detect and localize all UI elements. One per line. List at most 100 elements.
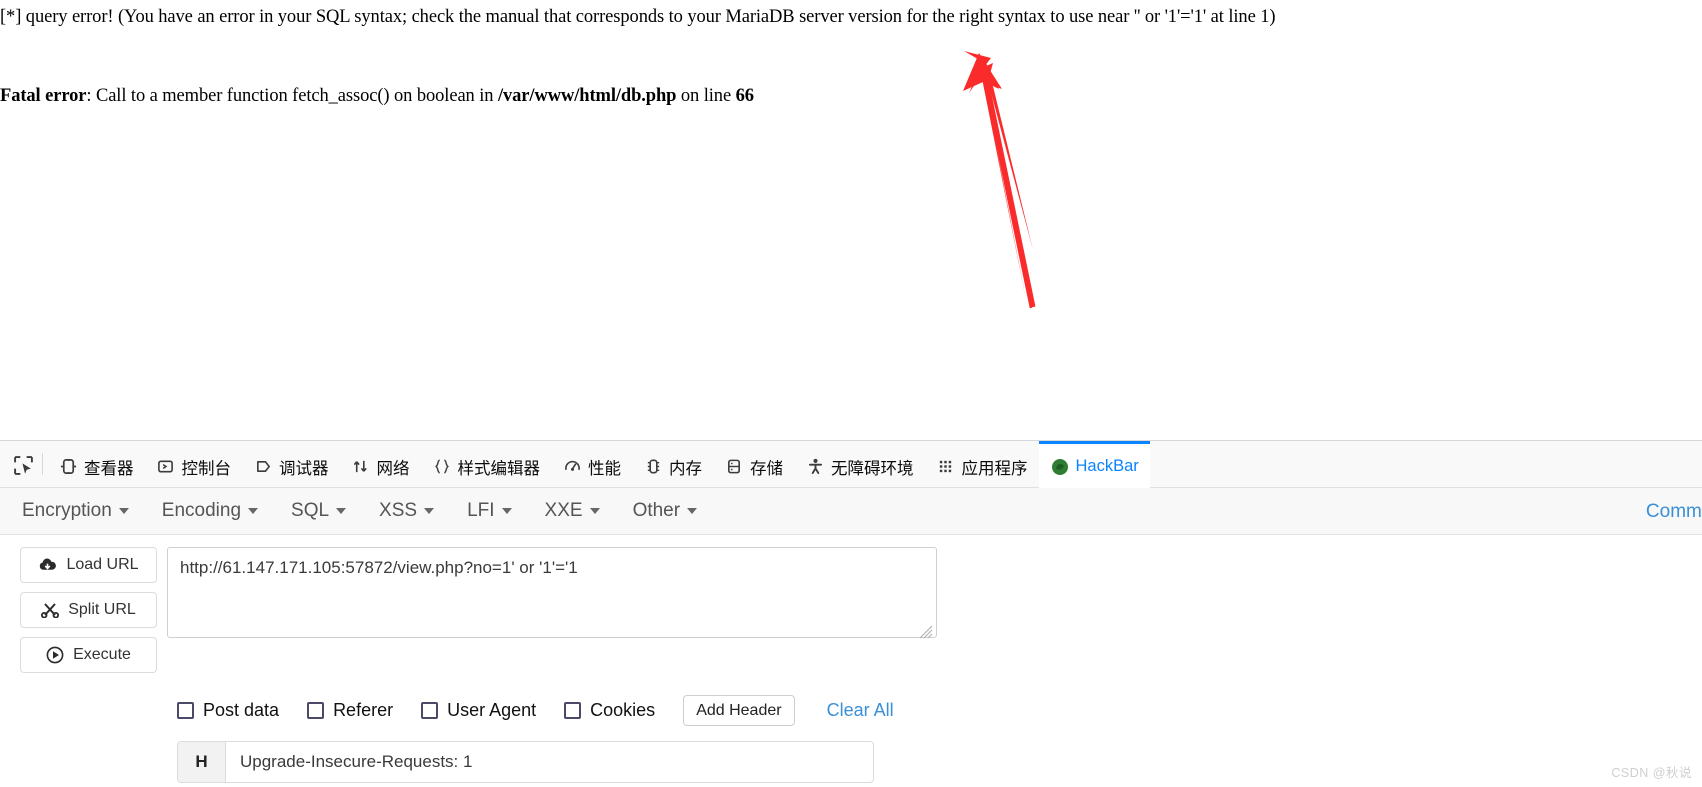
menu-label: XSS bbox=[379, 500, 418, 521]
clear-all-link[interactable]: Clear All bbox=[827, 700, 894, 721]
debugger-icon bbox=[253, 457, 273, 477]
checkbox-post-data[interactable]: Post data bbox=[177, 700, 279, 721]
screenshot-root: [*] query error! (You have an error in y… bbox=[0, 0, 1702, 787]
tab-label: 应用程序 bbox=[961, 459, 1028, 478]
menu-sql[interactable]: SQL bbox=[291, 500, 365, 522]
button-label: Load URL bbox=[66, 556, 139, 573]
tab-style-editor[interactable]: 样式编辑器 bbox=[421, 441, 552, 489]
url-textarea-wrapper bbox=[167, 547, 937, 643]
csdn-watermark: CSDN @秋说 bbox=[1611, 766, 1692, 780]
menu-xss[interactable]: XSS bbox=[379, 500, 453, 522]
tab-label: 无障碍环境 bbox=[831, 459, 914, 478]
tab-network[interactable]: 网络 bbox=[340, 441, 421, 489]
hackbar-menubar: Encryption Encoding SQL XSS LFI XXE Othe… bbox=[0, 488, 1702, 535]
cloud-download-icon bbox=[38, 557, 57, 573]
fatal-error-file: /var/www/html/db.php bbox=[497, 86, 677, 106]
menu-label: SQL bbox=[291, 500, 330, 521]
chevron-down-icon bbox=[248, 508, 259, 514]
tab-console[interactable]: 控制台 bbox=[145, 441, 243, 489]
browser-content-area: [*] query error! (You have an error in y… bbox=[0, 0, 1702, 440]
tab-storage[interactable]: 存储 bbox=[713, 441, 794, 489]
split-url-button[interactable]: Split URL bbox=[20, 592, 157, 628]
console-icon bbox=[156, 457, 176, 477]
checkbox-referer[interactable]: Referer bbox=[307, 700, 393, 721]
menu-label: XXE bbox=[544, 500, 583, 521]
hackbar-panel: Encryption Encoding SQL XSS LFI XXE Othe… bbox=[0, 488, 1702, 787]
menu-lfi[interactable]: LFI bbox=[467, 500, 530, 522]
hackbar-action-buttons: Load URL Split URL Execute bbox=[20, 547, 157, 673]
tab-label: 调试器 bbox=[279, 459, 329, 478]
devtools-toolbar: 查看器 控制台 调试器 网络 样式编辑器 性能 内存 存储 无障碍环境 应用程序… bbox=[0, 440, 1702, 489]
tab-label: 存储 bbox=[750, 459, 783, 478]
button-label: Split URL bbox=[68, 601, 136, 618]
tab-label: 性能 bbox=[588, 459, 621, 478]
tab-label: 网络 bbox=[376, 459, 410, 478]
checkbox-box bbox=[421, 702, 439, 719]
php-fatal-error-text: Fatal error: Call to a member function f… bbox=[0, 86, 754, 107]
checkbox-box bbox=[307, 702, 325, 719]
performance-icon bbox=[562, 457, 582, 477]
sql-query-error-text: [*] query error! (You have an error in y… bbox=[0, 7, 1276, 27]
network-icon bbox=[351, 457, 371, 477]
checkbox-label: Cookies bbox=[590, 700, 656, 720]
hackbar-url-row: Load URL Split URL Execute http://61.147… bbox=[20, 547, 1702, 673]
menu-label: Encryption bbox=[22, 500, 112, 521]
tab-accessibility[interactable]: 无障碍环境 bbox=[794, 441, 925, 489]
storage-icon bbox=[724, 457, 744, 477]
chevron-down-icon bbox=[424, 508, 435, 514]
memory-icon bbox=[643, 457, 663, 477]
accessibility-icon bbox=[805, 457, 825, 477]
fatal-error-online: on line bbox=[676, 86, 736, 106]
chevron-down-icon bbox=[501, 508, 512, 514]
fatal-error-message: : Call to a member function fetch_assoc(… bbox=[86, 86, 498, 106]
element-picker-button[interactable] bbox=[6, 441, 40, 489]
menu-label: LFI bbox=[467, 500, 495, 521]
tab-memory[interactable]: 内存 bbox=[632, 441, 713, 489]
checkbox-label: Referer bbox=[333, 700, 394, 720]
application-icon bbox=[936, 457, 956, 477]
tab-inspector[interactable]: 查看器 bbox=[47, 441, 145, 489]
tab-label: HackBar bbox=[1075, 457, 1139, 475]
chevron-down-icon bbox=[118, 508, 129, 514]
menu-encoding[interactable]: Encoding bbox=[162, 500, 277, 522]
menu-encryption[interactable]: Encryption bbox=[22, 500, 148, 522]
checkbox-label: Post data bbox=[203, 700, 280, 720]
tab-label: 查看器 bbox=[84, 459, 134, 478]
fatal-error-line-number: 66 bbox=[735, 86, 754, 106]
url-input[interactable] bbox=[167, 547, 937, 638]
load-url-button[interactable]: Load URL bbox=[20, 547, 157, 583]
chevron-down-icon bbox=[336, 508, 347, 514]
play-circle-icon bbox=[46, 646, 64, 664]
toolbar-divider bbox=[42, 453, 43, 475]
header-key-badge: H bbox=[178, 742, 226, 782]
checkbox-cookies[interactable]: Cookies bbox=[564, 700, 655, 721]
scissors-icon bbox=[41, 602, 60, 618]
checkbox-user-agent[interactable]: User Agent bbox=[421, 700, 536, 721]
header-list: H Upgrade-Insecure-Requests: 1 bbox=[177, 741, 1702, 783]
button-label: Execute bbox=[73, 646, 131, 663]
menu-xxe[interactable]: XXE bbox=[545, 500, 619, 522]
header-row[interactable]: H Upgrade-Insecure-Requests: 1 bbox=[177, 741, 874, 783]
devtools-panel: 查看器 控制台 调试器 网络 样式编辑器 性能 内存 存储 无障碍环境 应用程序… bbox=[0, 440, 1702, 787]
tab-label: 样式编辑器 bbox=[457, 459, 541, 478]
header-value[interactable]: Upgrade-Insecure-Requests: 1 bbox=[226, 742, 873, 782]
tab-application[interactable]: 应用程序 bbox=[925, 441, 1039, 489]
chevron-down-icon bbox=[589, 508, 600, 514]
tab-hackbar[interactable]: HackBar bbox=[1038, 441, 1150, 489]
hackbar-body: Load URL Split URL Execute http://61.147… bbox=[0, 535, 1702, 783]
menu-other[interactable]: Other bbox=[633, 500, 717, 522]
style-editor-icon bbox=[432, 457, 452, 477]
checkbox-box bbox=[177, 702, 194, 719]
checkbox-box bbox=[564, 702, 582, 719]
element-picker-icon bbox=[13, 455, 33, 475]
execute-button[interactable]: Execute bbox=[20, 637, 157, 673]
tab-debugger[interactable]: 调试器 bbox=[242, 441, 340, 489]
tab-label: 内存 bbox=[669, 459, 702, 478]
tab-label: 控制台 bbox=[181, 459, 232, 478]
chevron-down-icon bbox=[687, 508, 698, 514]
fatal-error-label: Fatal error bbox=[0, 86, 87, 106]
community-link[interactable]: Community bbox=[1646, 501, 1702, 523]
checkbox-label: User Agent bbox=[447, 700, 537, 720]
add-header-button[interactable]: Add Header bbox=[683, 695, 795, 726]
tab-performance[interactable]: 性能 bbox=[551, 441, 632, 489]
